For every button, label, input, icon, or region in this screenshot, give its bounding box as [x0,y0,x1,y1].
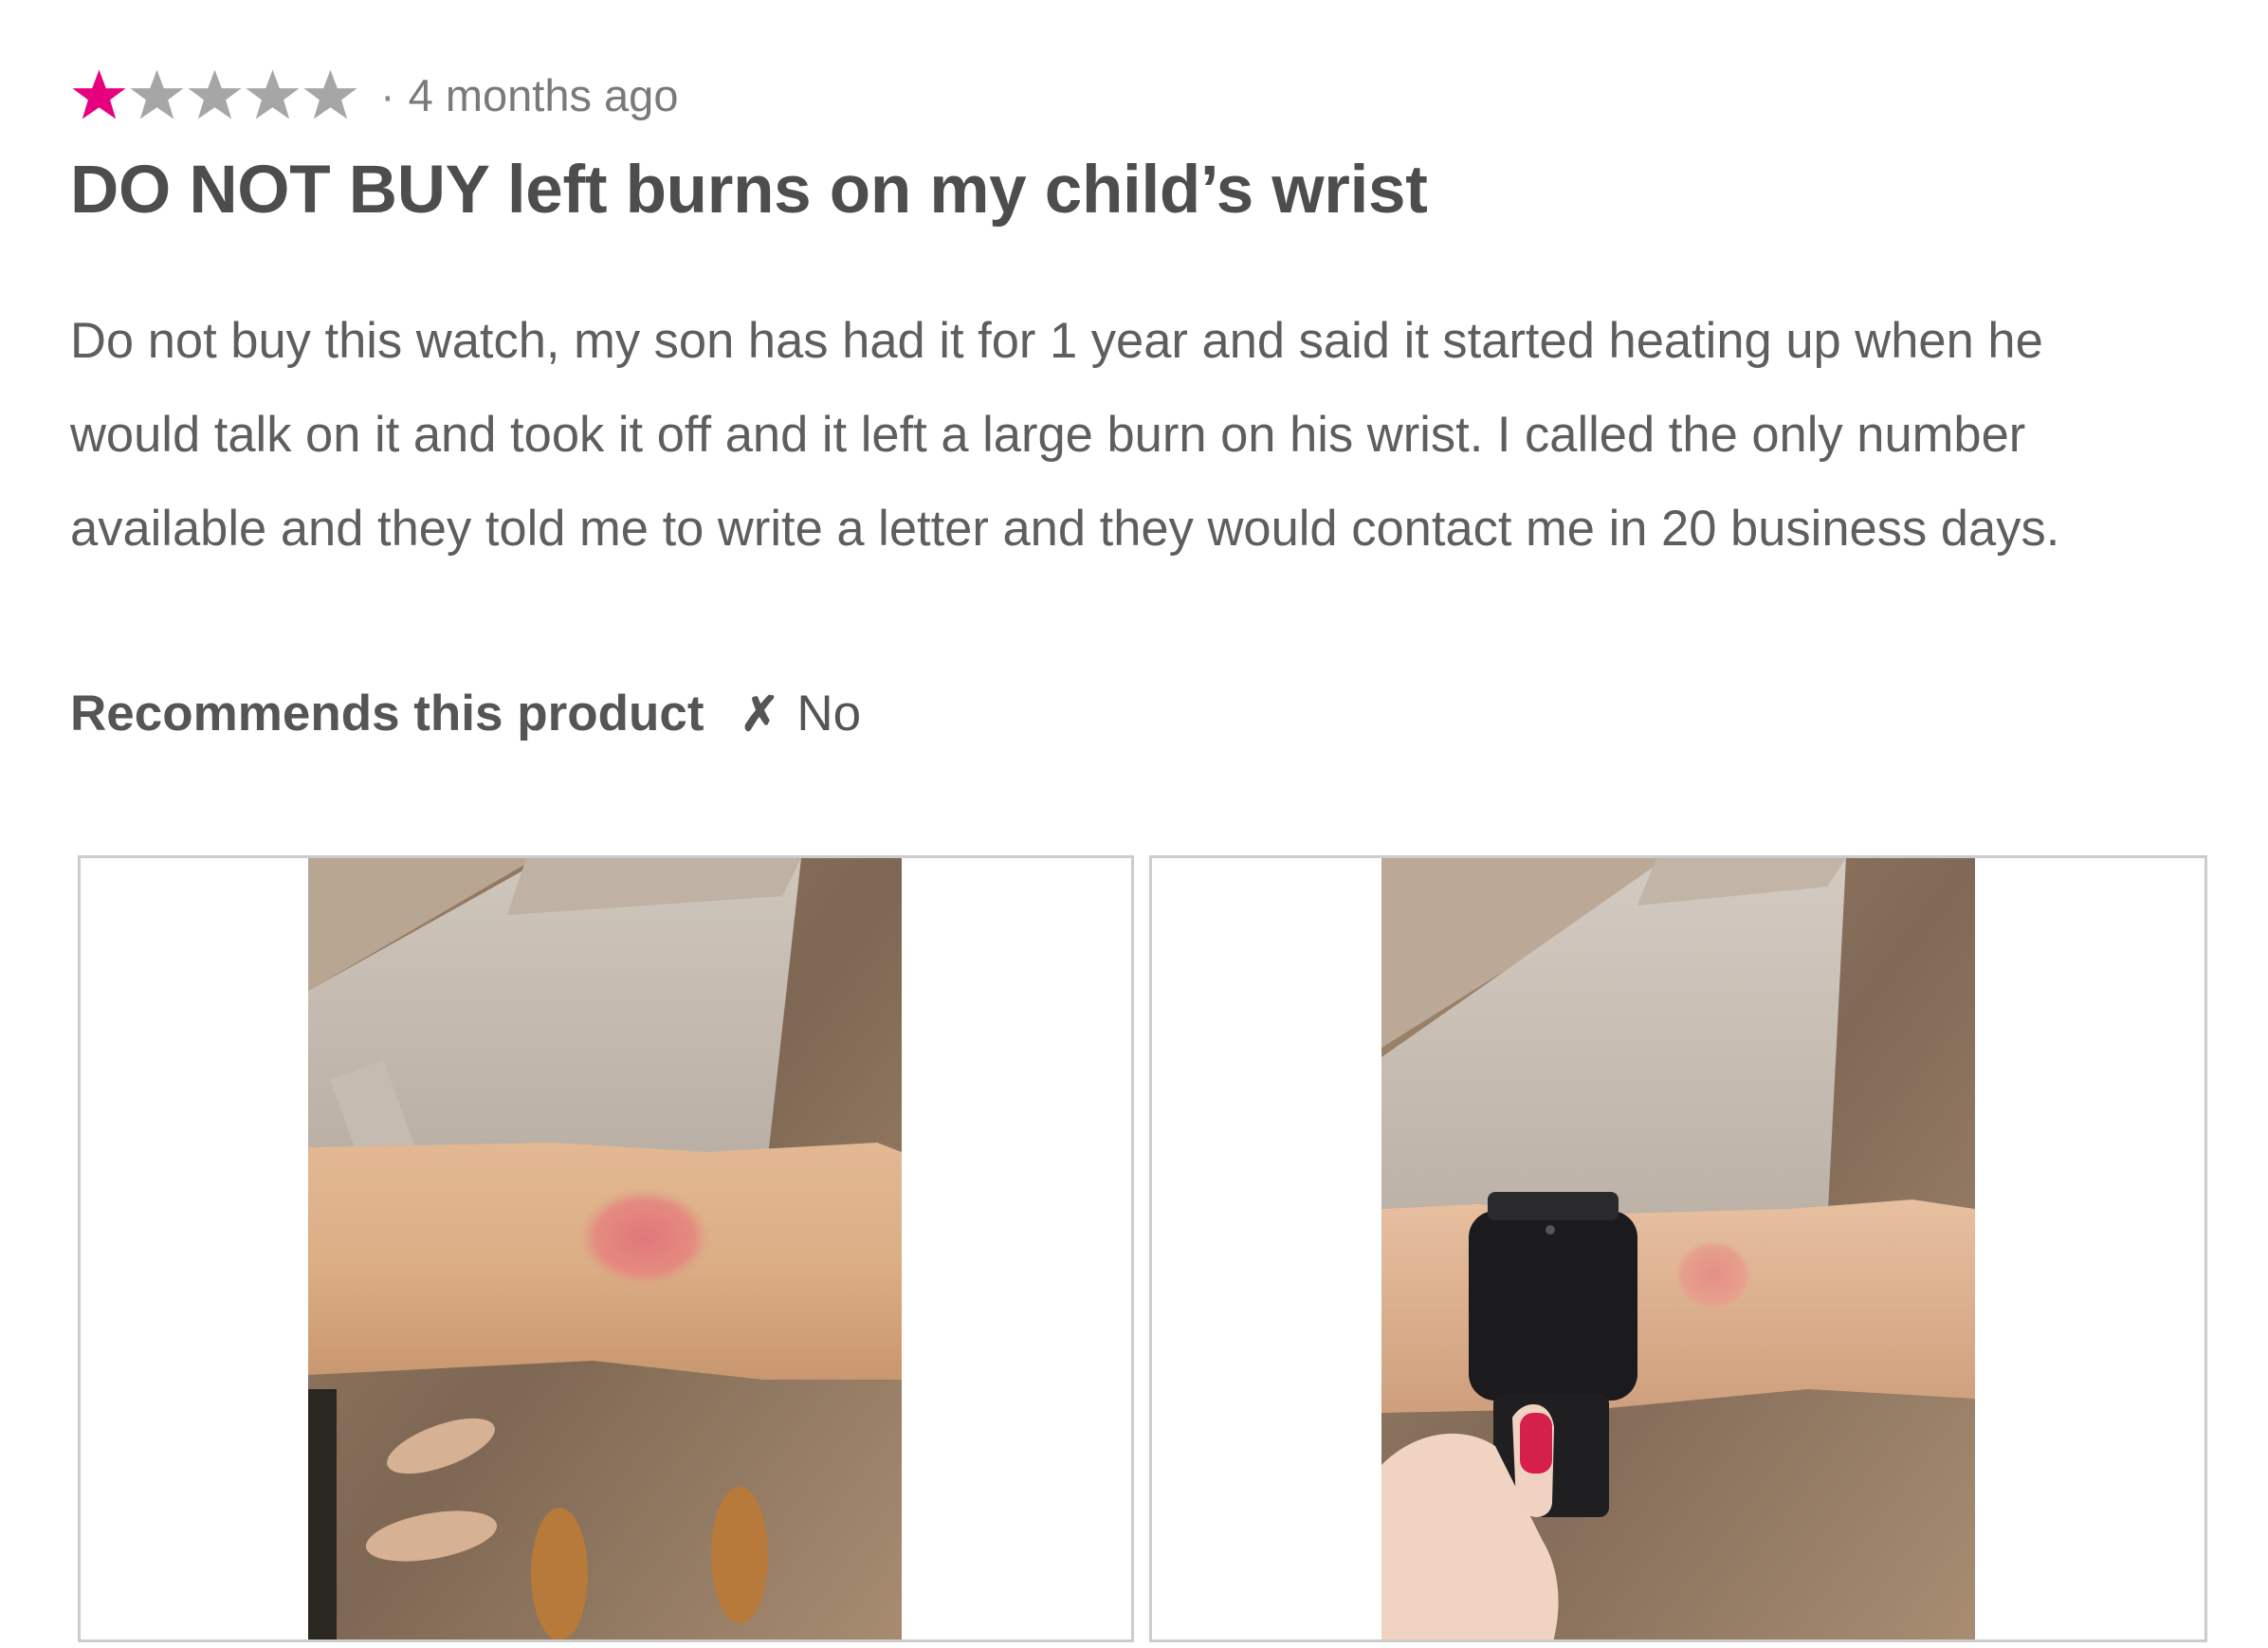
watch-photo-image [1381,858,1975,1639]
review-date: 4 months ago [408,69,679,120]
review-body-line: would talk on it and took it off and it … [70,407,2026,463]
review-photo-burn[interactable] [78,855,1134,1642]
review-photos [78,855,2207,1648]
review-body-line: Do not buy this watch, my son has had it… [70,313,2043,369]
star-empty-icon [302,66,359,124]
x-mark-icon: ✗ [740,687,780,741]
star-empty-icon [128,66,186,124]
star-rating [70,66,359,124]
review-meta: · 4 months ago [380,69,678,121]
separator-dot: · [380,69,395,120]
rating-row: · 4 months ago [70,59,678,131]
star-filled-icon [70,66,128,124]
recommends-label: Recommends this product [70,686,704,742]
review-photo-watch[interactable] [1149,855,2207,1642]
recommends-value: No [796,686,862,742]
star-empty-icon [186,66,244,124]
star-empty-icon [244,66,302,124]
burn-photo-image [308,858,902,1639]
review-title: DO NOT BUY left burns on my child’s wris… [70,153,1428,228]
review-body-line: available and they told me to write a le… [70,501,2060,557]
recommends-row: Recommends this product ✗ No [70,685,861,742]
recommends-answer: ✗ No [740,685,861,742]
review-body: Do not buy this watch, my son has had it… [70,294,2222,576]
